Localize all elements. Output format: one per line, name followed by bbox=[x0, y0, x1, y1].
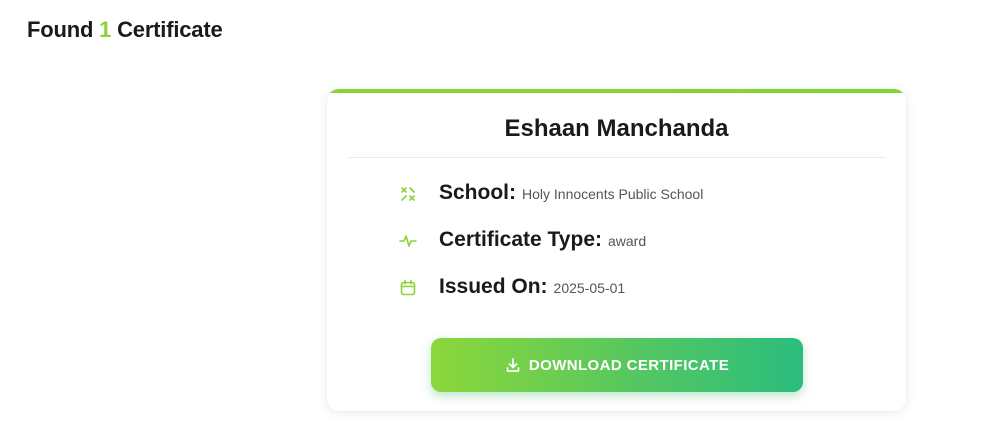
detail-row-issued-on: Issued On: 2025-05-01 bbox=[399, 275, 625, 299]
download-certificate-button[interactable]: DOWNLOAD CERTIFICATE bbox=[431, 338, 803, 392]
results-prefix: Found bbox=[27, 17, 94, 42]
calendar-icon bbox=[399, 279, 417, 297]
download-icon bbox=[505, 357, 521, 373]
detail-row-school: School: Holy Innocents Public School bbox=[399, 181, 703, 205]
card-divider bbox=[347, 157, 886, 158]
school-icon bbox=[399, 185, 417, 203]
page: Found 1 Certificate Eshaan Manchanda Sch… bbox=[0, 0, 996, 445]
certificate-type-value: award bbox=[608, 233, 647, 249]
certificate-type-label: Certificate Type: bbox=[439, 228, 602, 251]
certificate-card: Eshaan Manchanda School: Holy Innocents … bbox=[327, 89, 906, 411]
results-heading: Found 1 Certificate bbox=[27, 17, 223, 43]
issued-on-value: 2025-05-01 bbox=[553, 280, 626, 296]
card-accent-bar bbox=[327, 89, 906, 93]
recipient-name: Eshaan Manchanda bbox=[504, 115, 729, 142]
results-suffix: Certificate bbox=[117, 17, 223, 42]
school-value: Holy Innocents Public School bbox=[522, 186, 704, 202]
activity-icon bbox=[399, 232, 417, 250]
issued-on-label: Issued On: bbox=[439, 275, 548, 298]
results-count: 1 bbox=[99, 17, 112, 42]
download-button-label: DOWNLOAD CERTIFICATE bbox=[528, 356, 730, 374]
detail-row-certificate-type: Certificate Type: award bbox=[399, 228, 646, 252]
school-label: School: bbox=[439, 181, 516, 204]
